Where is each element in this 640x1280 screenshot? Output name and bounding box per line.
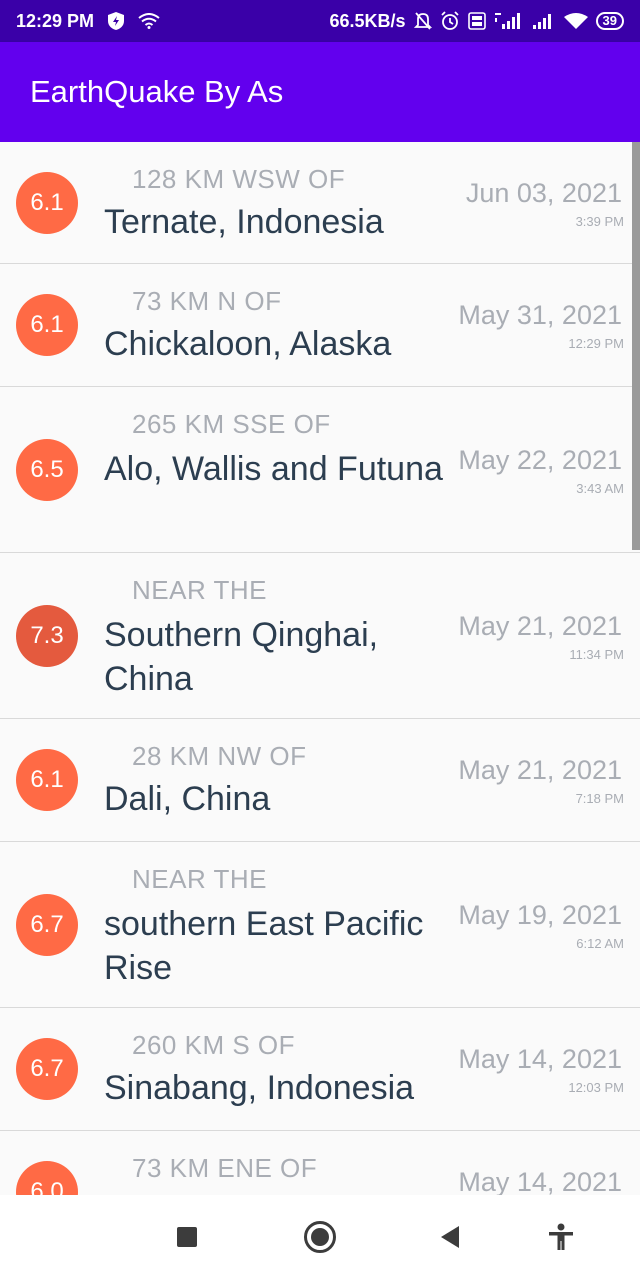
primary-location: Southern Qinghai, China — [104, 616, 379, 698]
list-item[interactable]: 6.7 260 KM S OF Sinabang, Indonesia May … — [0, 1008, 640, 1131]
network-speed: 66.5KB/s — [329, 10, 406, 31]
app-title: EarthQuake By As — [30, 74, 284, 109]
location-offset: NEAR THE — [132, 864, 267, 894]
primary-location: Sinabang, Indonesia — [104, 1069, 415, 1107]
time: 7:18 PM — [575, 791, 624, 806]
date: May 22, 2021 — [458, 445, 622, 475]
magnitude-badge: 6.7 — [16, 894, 78, 956]
wifi-icon — [563, 12, 588, 30]
navigation-bar — [0, 1195, 640, 1280]
back-icon[interactable] — [430, 1217, 470, 1257]
magnitude-badge: 7.3 — [16, 605, 78, 667]
location-offset: 73 KM ENE OF — [132, 1153, 318, 1183]
time: 3:39 PM — [575, 214, 624, 229]
list-item[interactable]: 6.1 128 KM WSW OF Ternate, Indonesia Jun… — [0, 142, 640, 264]
magnitude-badge: 6.1 — [16, 749, 78, 811]
date: Jun 03, 2021 — [465, 178, 622, 208]
magnitude-badge: 6.1 — [16, 294, 78, 356]
time: 12:03 PM — [568, 1080, 624, 1095]
list-item[interactable]: 6.0 73 KM ENE OF May 14, 2021 — [0, 1131, 640, 1195]
location-offset: 28 KM NW OF — [132, 741, 307, 771]
location-offset: 73 KM N OF — [132, 286, 282, 316]
primary-location: Chickaloon, Alaska — [104, 325, 392, 363]
location-offset: 260 KM S OF — [132, 1030, 295, 1060]
list-item[interactable]: 6.1 28 KM NW OF Dali, China May 21, 2021… — [0, 719, 640, 842]
mute-icon — [413, 11, 432, 31]
signal-icon — [532, 12, 556, 30]
magnitude-badge: 6.0 — [16, 1161, 78, 1195]
primary-location: southern East Pacific Rise — [104, 905, 424, 987]
time: 11:34 PM — [569, 647, 624, 662]
date: May 31, 2021 — [458, 300, 622, 330]
location-offset: 128 KM WSW OF — [132, 164, 346, 194]
primary-location: Alo, Wallis and Futuna — [104, 450, 443, 488]
location-offset: 265 KM SSE OF — [132, 409, 331, 439]
date: May 21, 2021 — [458, 611, 622, 641]
time: 12:29 PM — [568, 336, 624, 351]
earthquake-list[interactable]: 6.1 128 KM WSW OF Ternate, Indonesia Jun… — [0, 142, 640, 1195]
magnitude-badge: 6.5 — [16, 439, 78, 501]
magnitude-badge: 6.7 — [16, 1038, 78, 1100]
primary-location: Dali, China — [104, 780, 271, 818]
date: May 19, 2021 — [458, 900, 622, 930]
status-time: 12:29 PM — [16, 10, 95, 31]
date: May 14, 2021 — [458, 1044, 622, 1074]
scrollbar[interactable] — [632, 142, 640, 550]
signal-icon — [494, 12, 524, 30]
app-bar: EarthQuake By As — [0, 42, 640, 142]
wifi-icon — [138, 13, 160, 29]
time: 3:43 AM — [576, 481, 624, 496]
shield-icon — [108, 12, 125, 30]
time: 6:12 AM — [576, 936, 624, 951]
battery-icon: 39 — [595, 12, 624, 30]
magnitude-badge: 6.1 — [16, 172, 78, 234]
primary-location: Ternate, Indonesia — [104, 203, 384, 241]
location-offset: NEAR THE — [132, 575, 267, 605]
date: May 14, 2021 — [458, 1167, 622, 1195]
list-item[interactable]: 6.1 73 KM N OF Chickaloon, Alaska May 31… — [0, 264, 640, 387]
list-item[interactable]: 6.7 NEAR THE southern East Pacific Rise … — [0, 842, 640, 1008]
list-item[interactable]: 6.5 265 KM SSE OF Alo, Wallis and Futuna… — [0, 387, 640, 553]
home-icon[interactable] — [300, 1217, 340, 1257]
date: May 21, 2021 — [458, 755, 622, 785]
status-bar: 12:29 PM 66.5KB/s 39 — [0, 0, 640, 42]
volte-icon — [467, 12, 486, 30]
accessibility-icon[interactable] — [541, 1217, 581, 1257]
alarm-icon — [440, 11, 460, 31]
recents-icon[interactable] — [167, 1217, 207, 1257]
list-item[interactable]: 7.3 NEAR THE Southern Qinghai, China May… — [0, 553, 640, 719]
